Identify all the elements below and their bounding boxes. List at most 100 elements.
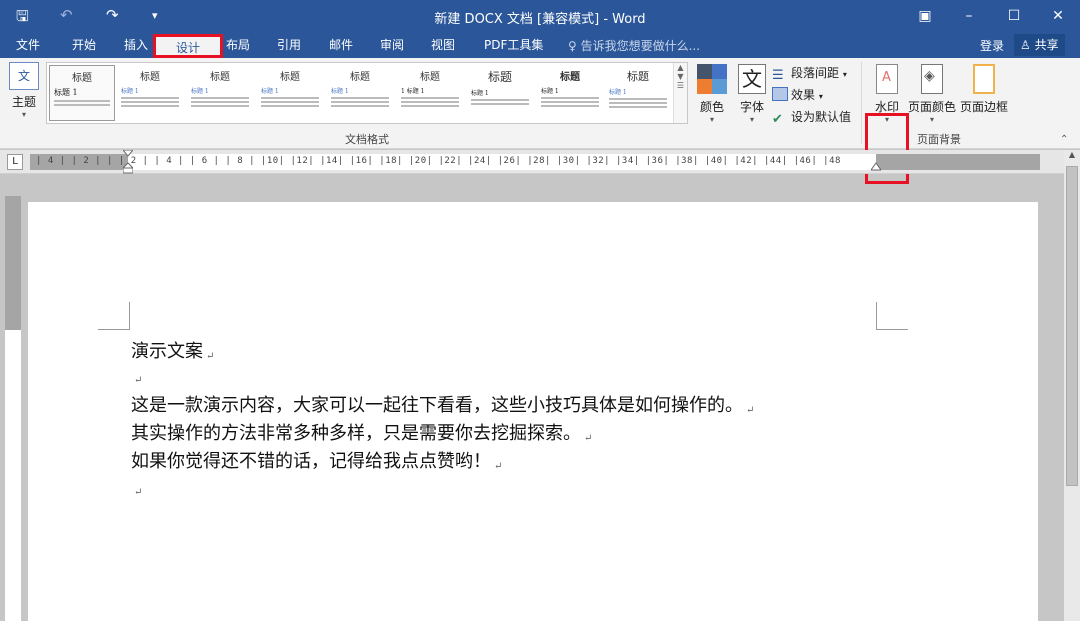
thumb-title: 标题: [420, 72, 440, 83]
effects-button[interactable]: 效果 ▾: [772, 86, 823, 103]
paragraph-spacing-button[interactable]: ☰ 段落间距 ▾: [772, 64, 847, 83]
thumb-subtitle: 标题 1: [191, 88, 209, 95]
thumb-subtitle: 标题 1: [541, 88, 559, 95]
themes-label: 主题: [11, 95, 36, 109]
colors-button[interactable]: 颜色 ▾: [693, 62, 731, 124]
tab-view[interactable]: 视图: [431, 36, 455, 53]
margin-corner-top-right: [876, 302, 908, 330]
style-set-thumb[interactable]: 标题 标题 1: [605, 65, 671, 121]
paragraph-mark: ↵: [746, 405, 755, 416]
thumb-title: 标题: [487, 70, 512, 84]
fonts-label: 字体: [739, 100, 764, 114]
ribbon-display-icon[interactable]: ▣: [910, 4, 940, 28]
share-button[interactable]: ♙ 共享: [1014, 34, 1065, 56]
tell-me-text: 告诉我您想要做什么...: [580, 39, 701, 53]
first-line-indent-marker[interactable]: [123, 150, 133, 174]
check-circle-icon: ✔: [772, 112, 783, 127]
style-set-thumb[interactable]: 标题 标题 1: [537, 65, 603, 121]
paragraph-text: 其实操作的方法非常多种多样，只是需要你去挖掘探索。: [131, 423, 581, 444]
tell-me-box[interactable]: ♀ 告诉我您想要做什么...: [568, 37, 700, 54]
style-set-thumb[interactable]: 标题 1 标题 1: [397, 65, 463, 121]
vertical-ruler[interactable]: [5, 196, 21, 621]
thumb-title: 标题: [350, 72, 370, 83]
paragraph-text: 演示文案: [131, 341, 203, 362]
watermark-icon: A: [876, 64, 898, 94]
document-page[interactable]: 演示文案 ↵ ↵ 这是一款演示内容，大家可以一起往下看看，这些小技巧具体是如何操作…: [28, 202, 1038, 621]
doc-paragraph[interactable]: 如果你觉得还不错的话，记得给我点点赞哟！ ↵: [131, 447, 502, 473]
thumb-title: 标题: [280, 72, 300, 83]
page-borders-icon: [973, 64, 995, 94]
tab-design[interactable]: 设计: [153, 34, 223, 58]
thumb-subtitle: 标题 1: [121, 88, 139, 95]
gallery-scroll[interactable]: ▲ ▼ ☰: [673, 63, 687, 123]
tab-selector-icon[interactable]: L: [7, 154, 23, 170]
style-set-thumb[interactable]: 标题 标题 1: [49, 65, 115, 121]
style-set-thumb[interactable]: 标题 标题 1: [467, 65, 533, 121]
set-as-default-button[interactable]: ✔ 设为默认值: [772, 108, 852, 127]
thumb-subtitle: 标题 1: [261, 88, 279, 95]
effects-icon: [772, 87, 788, 101]
tab-layout[interactable]: 布局: [226, 36, 250, 53]
minimize-icon[interactable]: –: [954, 4, 984, 28]
colors-icon: [697, 64, 727, 94]
page-color-label: 页面颜色: [907, 100, 956, 114]
thumb-subtitle: 标题 1: [54, 88, 78, 97]
vertical-scrollbar[interactable]: ▲: [1064, 150, 1080, 621]
lightbulb-icon: ♀: [568, 39, 581, 53]
maximize-icon[interactable]: ☐: [999, 4, 1029, 28]
tab-mailings[interactable]: 邮件: [329, 36, 353, 53]
scrollbar-thumb[interactable]: [1066, 166, 1078, 486]
ruler-marks: | 4 | | 2 | | | 2 | | 4 | | 6 | | 8 | |1…: [36, 156, 841, 166]
page-borders-button[interactable]: 页面边框: [959, 64, 1009, 115]
colors-label: 颜色: [699, 100, 724, 114]
style-set-thumb[interactable]: 标题 标题 1: [257, 65, 323, 121]
right-indent-marker[interactable]: [871, 150, 881, 174]
style-set-thumb[interactable]: 标题 标题 1: [327, 65, 393, 121]
thumb-title: 标题: [72, 73, 92, 84]
paragraph-mark: ↵: [134, 487, 143, 498]
thumb-title: 标题: [560, 72, 580, 83]
style-set-thumb[interactable]: 标题 标题 1: [187, 65, 253, 121]
horizontal-ruler-bar: L | 4 | | 2 | | | 2 | | 4 | | 6 | | 8 | …: [0, 150, 1080, 174]
login-link[interactable]: 登录: [980, 37, 1004, 54]
themes-icon: 文: [9, 62, 39, 90]
page-color-button[interactable]: ◈ 页面颜色 ▾: [907, 64, 957, 124]
ribbon-tabs: 文件 开始 插入 设计 布局 引用 邮件 审阅 视图 PDF工具集 ♀ 告诉我您…: [0, 32, 1080, 58]
chevron-down-icon: ▾: [21, 110, 26, 119]
doc-paragraph[interactable]: ↵: [131, 477, 142, 498]
tab-file[interactable]: 文件: [16, 36, 40, 53]
share-label: 共享: [1034, 38, 1059, 52]
fonts-button[interactable]: 文 字体 ▾: [734, 62, 770, 124]
doc-paragraph[interactable]: 演示文案 ↵: [131, 337, 214, 363]
vertical-ruler-top-margin: [5, 196, 21, 330]
thumb-subtitle: 1 标题 1: [401, 88, 425, 95]
close-icon[interactable]: ✕: [1043, 4, 1073, 28]
paragraph-spacing-label: 段落间距: [791, 66, 840, 80]
tab-pdf-tools[interactable]: PDF工具集: [484, 36, 543, 53]
fonts-icon: 文: [738, 64, 766, 94]
horizontal-ruler[interactable]: | 4 | | 2 | | | 2 | | 4 | | 6 | | 8 | |1…: [30, 154, 1040, 170]
collapse-ribbon-icon[interactable]: ⌃: [1060, 134, 1068, 145]
scroll-up-icon[interactable]: ▲: [1064, 150, 1080, 164]
ruler-right-margin: [876, 154, 1040, 170]
ribbon-design: 文 主题 ▾ 标题 标题 1 标题 标题 1 标题 标题 1 标题 标题 1 标…: [0, 58, 1080, 184]
thumb-subtitle: 标题 1: [331, 88, 349, 95]
doc-paragraph[interactable]: ↵: [131, 365, 142, 386]
tab-insert[interactable]: 插入: [124, 36, 148, 53]
title-bar: 🖫 ↶ ↷ ▾ 新建 DOCX 文档 [兼容模式] - Word ▣ – ☐ ✕: [0, 0, 1080, 32]
margin-corner-top-left: [98, 302, 130, 330]
tab-review[interactable]: 审阅: [380, 36, 404, 53]
set-as-default-label: 设为默认值: [791, 110, 852, 124]
themes-button[interactable]: 文 主题 ▾: [6, 62, 42, 128]
paragraph-text: 如果你觉得还不错的话，记得给我点点赞哟！: [131, 451, 491, 472]
chevron-down-icon: ▾: [818, 92, 823, 101]
tab-home[interactable]: 开始: [72, 36, 96, 53]
page-borders-label: 页面边框: [959, 100, 1008, 114]
group-label-document-formatting: 文档格式: [345, 133, 389, 146]
tab-references[interactable]: 引用: [277, 36, 301, 53]
chevron-down-icon: ▾: [842, 70, 847, 79]
style-set-thumb[interactable]: 标题 标题 1: [117, 65, 183, 121]
doc-paragraph[interactable]: 这是一款演示内容，大家可以一起往下看看，这些小技巧具体是如何操作的。 ↵: [131, 391, 754, 417]
doc-paragraph[interactable]: 其实操作的方法非常多种多样，只是需要你去挖掘探索。 ↵: [131, 419, 592, 445]
thumb-title: 标题: [627, 70, 649, 83]
